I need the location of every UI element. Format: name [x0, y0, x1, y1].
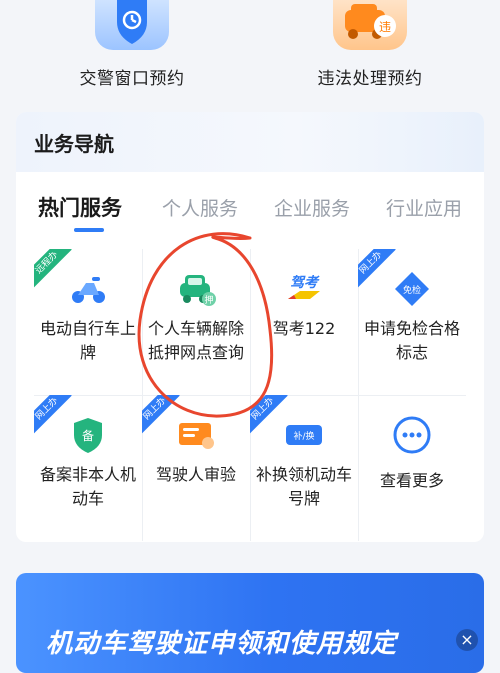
police-appointment-label: 交警窗口预约: [79, 69, 185, 89]
service-label: 补换领机动车号牌: [255, 465, 352, 508]
violation-car-icon: 违: [333, 0, 407, 50]
violation-appointment-label: 违法处理预约: [317, 69, 423, 89]
service-label: 电动自行车上牌: [39, 319, 136, 362]
service-e-bike-registration[interactable]: 远程办 电动自行车上牌: [34, 249, 142, 395]
online-badge: 网上办: [250, 395, 288, 434]
service-driving-test-122[interactable]: 驾考 驾考122: [250, 249, 358, 395]
svg-text:驾考: 驾考: [290, 274, 320, 291]
service-label: 查看更多: [379, 471, 444, 490]
svg-text:补/换: 补/换: [293, 430, 314, 442]
business-nav-card: 业务导航 热门服务 个人服务 企业服务 行业应用 远程办 电动自行车上牌 押 个…: [16, 112, 484, 542]
service-view-more[interactable]: 查看更多: [358, 395, 466, 541]
service-plate-replacement[interactable]: 网上办 补/换 补换领机动车号牌: [250, 395, 358, 541]
e-bike-icon: [72, 277, 105, 303]
record-shield-icon: 备: [74, 418, 102, 453]
service-vehicle-record[interactable]: 网上办 备 备案非本人机动车: [34, 395, 142, 541]
service-label: 个人车辆解除抵押网点查询: [147, 319, 244, 362]
service-inspection-exemption[interactable]: 网上办 免检 申请免检合格标志: [358, 249, 466, 395]
inspection-exempt-icon: 免检: [395, 272, 429, 306]
service-label: 申请免检合格标志: [363, 319, 460, 362]
tab-enterprise-services[interactable]: 企业服务: [274, 194, 350, 221]
license-card-icon: [179, 423, 214, 449]
police-appointment-button[interactable]: 交警窗口预约: [52, 0, 212, 89]
service-label: 驾考122: [272, 319, 336, 338]
close-icon[interactable]: ×: [456, 629, 478, 651]
svg-text:免检: 免检: [403, 284, 421, 296]
svg-text:备: 备: [82, 429, 94, 443]
plate-replace-icon: 补/换: [286, 425, 322, 445]
online-badge: 网上办: [34, 395, 72, 434]
active-tab-underline: [74, 228, 104, 232]
service-driver-review[interactable]: 网上办 驾驶人审验: [142, 395, 250, 541]
more-dots-icon: [393, 416, 431, 454]
service-label: 备案非本人机动车: [39, 465, 136, 508]
violation-appointment-button[interactable]: 违 违法处理预约: [290, 0, 450, 89]
regulation-banner[interactable]: 机动车驾驶证申领和使用规定 ×: [16, 573, 484, 673]
service-tabs: 热门服务 个人服务 企业服务 行业应用: [38, 192, 484, 236]
online-badge: 网上办: [358, 249, 396, 288]
svg-text:押: 押: [204, 294, 213, 306]
business-nav-title: 业务导航: [34, 131, 114, 156]
police-shield-icon: [95, 0, 169, 50]
tab-personal-services[interactable]: 个人服务: [162, 194, 238, 221]
svg-text:违: 违: [379, 20, 391, 34]
service-grid: 远程办 电动自行车上牌 押 个人车辆解除抵押网点查询 驾考 驾考122 网上办 …: [34, 249, 466, 541]
car-lien-icon: 押: [180, 275, 216, 306]
tab-industry-apps[interactable]: 行业应用: [386, 194, 462, 221]
remote-badge: 远程办: [34, 249, 72, 288]
service-label: 驾驶人审验: [155, 465, 236, 484]
service-car-lien-release-query[interactable]: 押 个人车辆解除抵押网点查询: [142, 249, 250, 395]
online-badge: 网上办: [142, 395, 180, 434]
tab-hot-services[interactable]: 热门服务: [38, 192, 122, 222]
business-nav-header: 业务导航: [16, 112, 484, 172]
banner-title: 机动车驾驶证申领和使用规定: [46, 629, 398, 659]
driving-test-icon: 驾考: [288, 274, 320, 299]
quick-actions: 交警窗口预约 违 违法处理预约: [0, 0, 500, 105]
